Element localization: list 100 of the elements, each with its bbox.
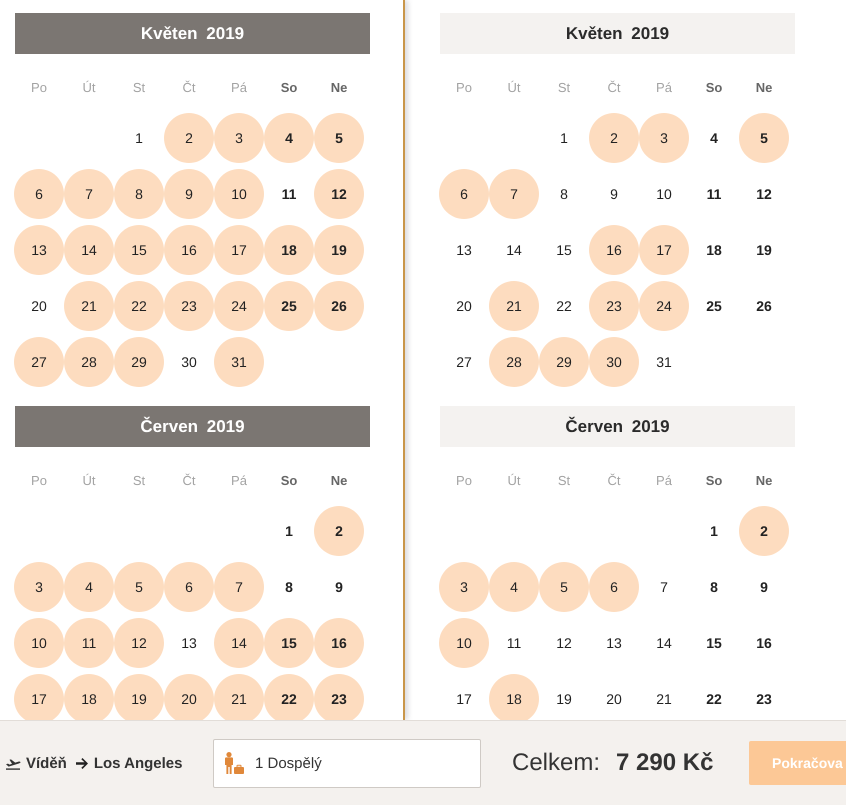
calendar-day[interactable]: 1	[689, 506, 739, 556]
calendar-day[interactable]: 19	[114, 674, 164, 720]
calendar-day[interactable]: 5	[539, 562, 589, 612]
calendar-day[interactable]: 15	[539, 225, 589, 275]
calendar-day[interactable]: 1	[114, 113, 164, 163]
calendar-day[interactable]: 25	[264, 281, 314, 331]
calendar-day[interactable]: 7	[214, 562, 264, 612]
calendar-day[interactable]: 21	[214, 674, 264, 720]
calendar-day[interactable]: 10	[439, 618, 489, 668]
calendar-day[interactable]: 13	[164, 618, 214, 668]
calendar-day[interactable]: 6	[439, 169, 489, 219]
calendar-day[interactable]: 18	[489, 674, 539, 720]
calendar-day[interactable]: 24	[214, 281, 264, 331]
calendar-day[interactable]: 9	[164, 169, 214, 219]
calendar-day[interactable]: 8	[114, 169, 164, 219]
calendar-day[interactable]: 19	[539, 674, 589, 720]
calendar-day[interactable]: 20	[439, 281, 489, 331]
calendar-day[interactable]: 9	[589, 169, 639, 219]
calendar-day[interactable]: 8	[264, 562, 314, 612]
calendar-day[interactable]: 1	[539, 113, 589, 163]
calendar-day[interactable]: 27	[14, 337, 64, 387]
calendar-day[interactable]: 8	[539, 169, 589, 219]
calendar-day[interactable]: 14	[639, 618, 689, 668]
calendar-day[interactable]: 7	[64, 169, 114, 219]
calendar-day[interactable]: 16	[164, 225, 214, 275]
calendar-day[interactable]: 3	[439, 562, 489, 612]
calendar-day[interactable]: 12	[739, 169, 789, 219]
calendar-day[interactable]: 28	[489, 337, 539, 387]
calendar-day[interactable]: 2	[314, 506, 364, 556]
calendar-day[interactable]: 5	[739, 113, 789, 163]
calendar-day[interactable]: 11	[64, 618, 114, 668]
calendar-day[interactable]: 19	[739, 225, 789, 275]
calendar-day[interactable]: 4	[264, 113, 314, 163]
calendar-day[interactable]: 16	[739, 618, 789, 668]
calendar-day[interactable]: 12	[114, 618, 164, 668]
calendar-day[interactable]: 22	[264, 674, 314, 720]
calendar-day[interactable]: 15	[264, 618, 314, 668]
calendar-day[interactable]: 14	[489, 225, 539, 275]
calendar-day[interactable]: 29	[539, 337, 589, 387]
calendar-day[interactable]: 11	[689, 169, 739, 219]
calendar-day[interactable]: 4	[64, 562, 114, 612]
calendar-day[interactable]: 3	[214, 113, 264, 163]
calendar-day[interactable]: 21	[489, 281, 539, 331]
calendar-day[interactable]: 26	[314, 281, 364, 331]
calendar-day[interactable]: 10	[214, 169, 264, 219]
calendar-day[interactable]: 11	[264, 169, 314, 219]
calendar-day[interactable]: 18	[64, 674, 114, 720]
calendar-day[interactable]: 26	[739, 281, 789, 331]
calendar-day[interactable]: 6	[589, 562, 639, 612]
calendar-day[interactable]: 20	[164, 674, 214, 720]
calendar-day[interactable]: 19	[314, 225, 364, 275]
calendar-day[interactable]: 15	[689, 618, 739, 668]
calendar-day[interactable]: 4	[689, 113, 739, 163]
calendar-day[interactable]: 25	[689, 281, 739, 331]
calendar-day[interactable]: 23	[739, 674, 789, 720]
calendar-day[interactable]: 10	[14, 618, 64, 668]
calendar-day[interactable]: 13	[14, 225, 64, 275]
calendar-day[interactable]: 10	[639, 169, 689, 219]
calendar-day[interactable]: 8	[689, 562, 739, 612]
calendar-day[interactable]: 31	[639, 337, 689, 387]
calendar-day[interactable]: 7	[639, 562, 689, 612]
calendar-day[interactable]: 22	[114, 281, 164, 331]
calendar-day[interactable]: 6	[14, 169, 64, 219]
calendar-day[interactable]: 17	[439, 674, 489, 720]
calendar-day[interactable]: 22	[539, 281, 589, 331]
calendar-day[interactable]: 4	[489, 562, 539, 612]
calendar-day[interactable]: 9	[314, 562, 364, 612]
calendar-day[interactable]: 20	[14, 281, 64, 331]
calendar-day[interactable]: 21	[639, 674, 689, 720]
calendar-day[interactable]: 17	[639, 225, 689, 275]
calendar-day[interactable]: 23	[589, 281, 639, 331]
calendar-day[interactable]: 13	[589, 618, 639, 668]
calendar-day[interactable]: 12	[539, 618, 589, 668]
calendar-day[interactable]: 16	[589, 225, 639, 275]
calendar-day[interactable]: 17	[14, 674, 64, 720]
calendar-day[interactable]: 17	[214, 225, 264, 275]
calendar-day[interactable]: 15	[114, 225, 164, 275]
calendar-day[interactable]: 28	[64, 337, 114, 387]
calendar-day[interactable]: 20	[589, 674, 639, 720]
calendar-day[interactable]: 31	[214, 337, 264, 387]
calendar-day[interactable]: 14	[64, 225, 114, 275]
calendar-day[interactable]: 1	[264, 506, 314, 556]
calendar-day[interactable]: 30	[589, 337, 639, 387]
calendar-day[interactable]: 14	[214, 618, 264, 668]
calendar-day[interactable]: 5	[114, 562, 164, 612]
calendar-day[interactable]: 30	[164, 337, 214, 387]
calendar-day[interactable]: 7	[489, 169, 539, 219]
calendar-day[interactable]: 9	[739, 562, 789, 612]
calendar-day[interactable]: 23	[164, 281, 214, 331]
calendar-day[interactable]: 3	[14, 562, 64, 612]
passengers-field[interactable]: 1 Dospělý	[213, 738, 481, 788]
calendar-day[interactable]: 2	[164, 113, 214, 163]
calendar-day[interactable]: 23	[314, 674, 364, 720]
calendar-day[interactable]: 21	[64, 281, 114, 331]
calendar-day[interactable]: 16	[314, 618, 364, 668]
calendar-day[interactable]: 29	[114, 337, 164, 387]
calendar-day[interactable]: 2	[739, 506, 789, 556]
calendar-day[interactable]: 18	[264, 225, 314, 275]
calendar-day[interactable]: 11	[489, 618, 539, 668]
calendar-day[interactable]: 2	[589, 113, 639, 163]
